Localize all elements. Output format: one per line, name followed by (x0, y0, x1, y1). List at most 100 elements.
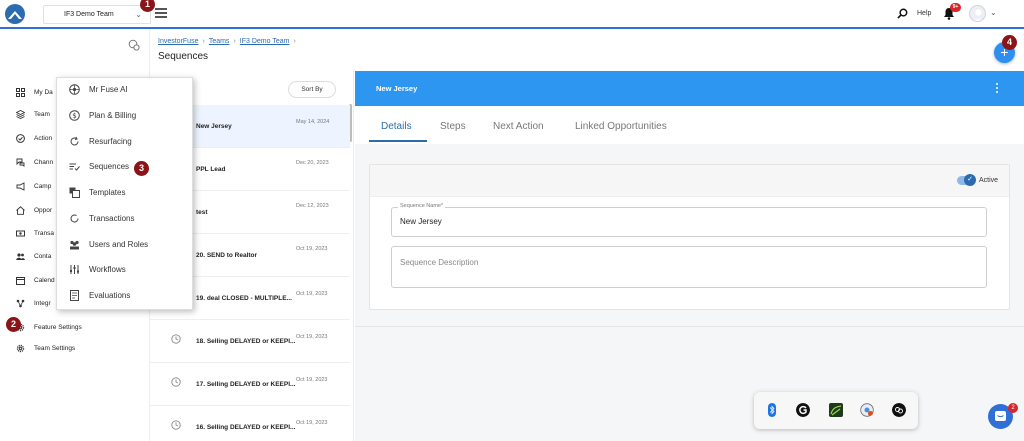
sort-by-button[interactable]: Sort By (288, 81, 336, 98)
list-item[interactable]: 18. Selling DELAYED or KEEPI... Oct 19, … (150, 320, 350, 363)
sequence-name-value: New Jersey (400, 217, 442, 226)
integration-icon (16, 299, 25, 308)
team-selector[interactable]: IF3 Demo Team ⌄ (43, 5, 151, 24)
sequence-name-label: Sequence Name* (398, 203, 446, 209)
sequence-name-field[interactable]: Sequence Name* New Jersey (391, 203, 987, 237)
tab-details[interactable]: Details (381, 121, 412, 132)
detail-tabs: Details Steps Next Action Linked Opportu… (355, 106, 1024, 144)
gear-icon (16, 344, 25, 353)
money-icon (16, 230, 25, 237)
menu-item-label: Templates (89, 188, 126, 197)
templates-icon (69, 187, 80, 198)
sequence-description-field[interactable]: Sequence Description (391, 246, 987, 288)
list-item-date: Oct 19, 2023 (296, 334, 328, 340)
tab-next-action[interactable]: Next Action (493, 121, 544, 132)
list-item[interactable]: 17. Selling DELAYED or KEEPI... Oct 19, … (150, 363, 350, 406)
list-item-title: 17. Selling DELAYED or KEEPI... (196, 381, 296, 388)
tool-icon[interactable] (128, 39, 140, 51)
menu-item-label: Mr Fuse AI (89, 85, 128, 94)
search-icon[interactable] (897, 8, 908, 19)
breadcrumb-link[interactable]: IF3 Demo Team (240, 38, 290, 45)
detail-title: New Jersey (376, 84, 418, 93)
breadcrumb: InvestorFuse › Teams › IF3 Demo Team › (158, 38, 300, 45)
page-title: Sequences (158, 51, 209, 62)
avatar[interactable] (969, 5, 986, 22)
sidebar-item-label: Calend (34, 277, 55, 284)
sequence-detail-pane: New Jersey Details Steps Next Action Lin… (355, 71, 1024, 441)
sequence-description-placeholder: Sequence Description (400, 258, 479, 267)
callout-marker-3: 3 (134, 161, 149, 176)
active-tab-indicator (369, 140, 427, 142)
menu-item-label: Evaluations (89, 291, 131, 300)
people-icon (16, 253, 25, 260)
bluetooth-icon[interactable] (765, 403, 779, 417)
list-item-title: 16. Selling DELAYED or KEEPI... (196, 424, 296, 431)
list-item-date: Oct 19, 2023 (296, 246, 328, 252)
chevron-down-icon[interactable]: ⌄ (990, 8, 997, 17)
list-item-date: May 14, 2024 (296, 119, 330, 125)
active-toggle[interactable]: ✓ (957, 174, 976, 186)
sidebar-item-label: Team (34, 111, 50, 118)
sidebar-item-label: Feature Settings (34, 324, 82, 331)
evaluation-icon (70, 290, 79, 301)
chat-badge: 2 (1008, 403, 1018, 413)
app-logo[interactable] (5, 4, 25, 24)
menu-item-label: Workflows (89, 265, 126, 274)
list-item-title: 20. SEND to Realtor (196, 252, 258, 259)
menu-item-label: Transactions (89, 214, 135, 223)
details-card: ✓ Active Sequence Name* New Jersey Seque… (369, 164, 1010, 310)
sidebar-item-label: Chann (34, 159, 54, 166)
sidebar-item-label: Oppor (34, 207, 53, 214)
list-item-date: Oct 19, 2023 (296, 377, 328, 383)
list-item-date: Oct 19, 2023 (296, 420, 328, 426)
sidebar-item-label: Conta (34, 253, 52, 260)
menu-item-label: Plan & Billing (89, 111, 137, 120)
list-item[interactable]: 16. Selling DELAYED or KEEPI... Oct 19, … (150, 406, 350, 441)
browser-icon[interactable] (860, 403, 874, 417)
callout-marker-4: 4 (1002, 35, 1017, 50)
list-item-title: PPL Lead (196, 166, 226, 173)
breadcrumb-link[interactable]: Teams (209, 38, 230, 45)
grammarly-icon[interactable] (796, 403, 810, 417)
menu-item-label: Users and Roles (89, 240, 149, 249)
team-selector-label: IF3 Demo Team (64, 11, 114, 18)
app-icon[interactable] (892, 403, 906, 417)
home-icon (16, 206, 25, 215)
settings-dropdown-menu: Mr Fuse AI $ Plan & Billing Resurfacing … (56, 77, 193, 310)
menu-item-label: Sequences (89, 162, 130, 171)
tab-linked-opportunities[interactable]: Linked Opportunities (575, 121, 667, 132)
refresh-icon (70, 136, 79, 146)
dollar-icon: $ (69, 110, 80, 121)
svg-text:$: $ (72, 112, 76, 120)
layers-icon (16, 110, 25, 119)
taskbar-dock (754, 392, 918, 429)
breadcrumb-link[interactable]: InvestorFuse (158, 38, 198, 45)
menu-item-label: Resurfacing (89, 137, 132, 146)
sidebar-item-label: Camp (34, 183, 52, 190)
clock-icon (171, 334, 181, 344)
channels-icon (16, 158, 25, 167)
sidebar-item-label: Team Settings (34, 345, 76, 352)
app-icon[interactable] (829, 403, 843, 417)
notification-badge: 9+ (950, 3, 961, 12)
sidebar-item-label: Transa (34, 230, 54, 237)
list-item-title: 18. Selling DELAYED or KEEPI... (196, 338, 296, 345)
workflow-icon (70, 265, 79, 274)
grid-icon (16, 88, 25, 97)
transactions-icon (70, 214, 79, 223)
chevron-right-icon: › (202, 38, 205, 45)
list-item-title: 19. deal CLOSED - MULTIPLE... (196, 295, 292, 302)
hamburger-menu-icon[interactable] (155, 8, 167, 18)
robot-icon (69, 84, 80, 95)
help-link[interactable]: Help (917, 10, 931, 17)
tab-steps[interactable]: Steps (440, 121, 466, 132)
detail-header: New Jersey (355, 71, 1024, 106)
sidebar-item-label: Integr (34, 300, 51, 307)
clock-icon (171, 420, 181, 430)
check-circle-icon (16, 134, 25, 143)
chevron-right-icon: › (293, 38, 296, 45)
active-toggle-label: Active (979, 177, 999, 184)
more-options-icon[interactable] (996, 83, 1000, 95)
card-toolbar: ✓ Active (370, 165, 1009, 197)
chevron-right-icon: › (233, 38, 236, 45)
